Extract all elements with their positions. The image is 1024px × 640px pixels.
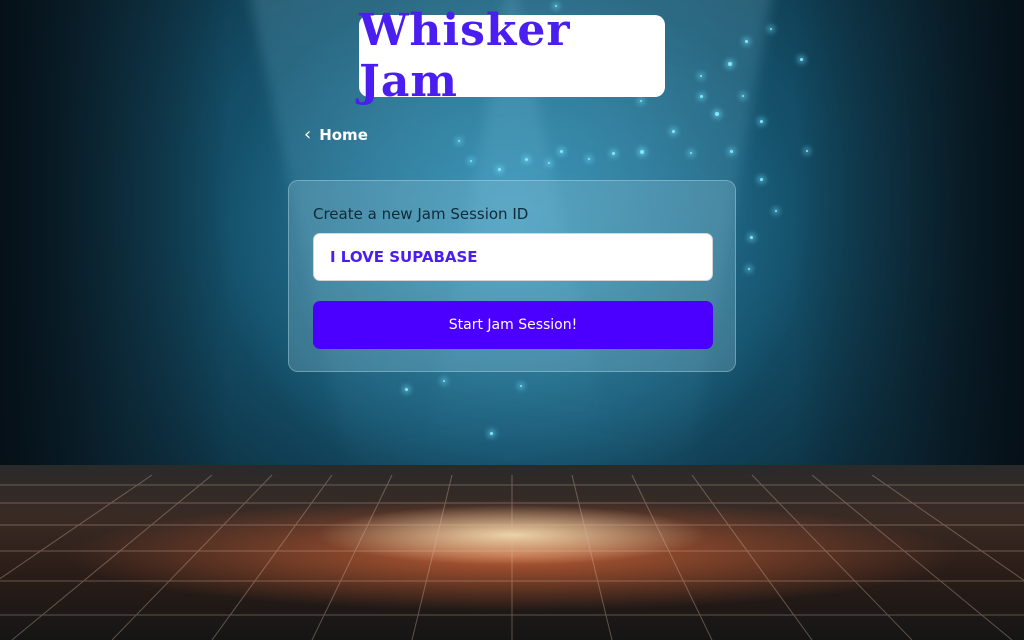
logo-card: Whisker Jam — [359, 5, 665, 107]
session-form-card: Create a new Jam Session ID Start Jam Se… — [288, 180, 736, 372]
start-jam-session-button[interactable]: Start Jam Session! — [313, 301, 713, 349]
floor-grid — [0, 475, 1024, 640]
home-link[interactable]: ‹ Home — [304, 124, 368, 146]
curtain-left — [0, 0, 230, 480]
session-id-input[interactable] — [313, 233, 713, 281]
home-link-label: Home — [319, 126, 368, 144]
curtain-right — [794, 0, 1024, 480]
app-title: Whisker Jam — [359, 5, 571, 107]
session-id-label: Create a new Jam Session ID — [313, 205, 529, 223]
chevron-left-icon: ‹ — [304, 124, 312, 145]
